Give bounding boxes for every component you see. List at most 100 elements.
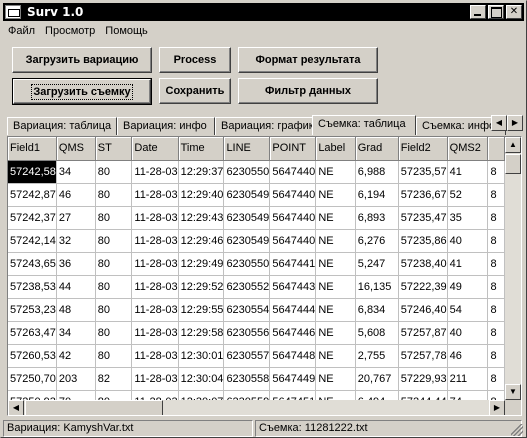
- table-cell[interactable]: 57242,37: [8, 206, 57, 230]
- save-button[interactable]: Сохранить: [159, 78, 231, 104]
- menu-help[interactable]: Помощь: [100, 25, 153, 37]
- table-cell[interactable]: 49: [447, 275, 489, 299]
- vertical-scroll-thumb[interactable]: [505, 154, 521, 174]
- table-row[interactable]: 57260,53 42 80 11-28-03 12:30:01 6230557 56474…: [8, 344, 505, 368]
- table-cell[interactable]: 6,276: [355, 229, 399, 253]
- tab-survey-table[interactable]: Съемка: таблица: [312, 115, 416, 135]
- menu-file[interactable]: Файл: [3, 25, 40, 37]
- table-cell[interactable]: 27: [56, 206, 96, 230]
- column-header[interactable]: Field2: [398, 137, 448, 161]
- table-cell[interactable]: 57235,57: [398, 160, 448, 184]
- table-cell[interactable]: 80: [95, 344, 133, 368]
- horizontal-scrollbar[interactable]: ◀ ▶: [8, 400, 505, 415]
- table-cell[interactable]: 5647441: [269, 252, 317, 276]
- table-cell[interactable]: 12:29:49: [178, 252, 225, 276]
- column-header[interactable]: LINE: [223, 137, 271, 161]
- scroll-down-icon[interactable]: ▼: [505, 384, 521, 400]
- table-row[interactable]: 57263,47 34 80 11-28-03 12:29:58 6230556 56474…: [8, 321, 505, 345]
- table-cell[interactable]: 12:29:46: [178, 229, 225, 253]
- table-cell[interactable]: NE: [315, 229, 356, 253]
- table-cell[interactable]: 6230558: [223, 367, 271, 391]
- table-cell[interactable]: 6,494: [355, 390, 399, 400]
- table-cell[interactable]: 57243,65: [8, 252, 57, 276]
- table-cell[interactable]: 80: [95, 298, 133, 322]
- table-row[interactable]: 57253,23 48 80 11-28-03 12:29:55 6230554 56474…: [8, 298, 505, 322]
- table-cell[interactable]: 74: [447, 390, 489, 400]
- table-cell[interactable]: 6,988: [355, 160, 399, 184]
- table-cell[interactable]: 57242,87: [8, 183, 57, 207]
- column-header[interactable]: Grad: [355, 137, 399, 161]
- table-cell[interactable]: 57242,58: [8, 160, 57, 184]
- table-cell[interactable]: 6,893: [355, 206, 399, 230]
- tab-scroll-right-icon[interactable]: ▶: [507, 115, 523, 131]
- table-cell[interactable]: 11-28-03: [131, 367, 179, 391]
- table-cell[interactable]: 57238,53: [8, 275, 57, 299]
- table-cell[interactable]: 8: [487, 229, 505, 253]
- table-cell[interactable]: 80: [95, 321, 133, 345]
- tab-scroll-left-icon[interactable]: ◀: [491, 115, 507, 131]
- table-cell[interactable]: 11-28-03: [131, 183, 179, 207]
- table-cell[interactable]: 12:29:55: [178, 298, 225, 322]
- table-row[interactable]: 57250,93708011-28-0312:30:07623055956474…: [8, 390, 505, 400]
- table-cell[interactable]: 6230552: [223, 275, 271, 299]
- table-cell[interactable]: 11-28-03: [131, 275, 179, 299]
- table-cell[interactable]: 5647449: [269, 367, 317, 391]
- table-cell[interactable]: 80: [95, 160, 133, 184]
- table-cell[interactable]: 6230549: [223, 183, 271, 207]
- vertical-scrollbar[interactable]: ▲ ▼: [505, 137, 521, 400]
- table-cell[interactable]: NE: [315, 252, 356, 276]
- table-cell[interactable]: NE: [315, 160, 356, 184]
- table-cell[interactable]: 5647448: [269, 344, 317, 368]
- column-header[interactable]: QMS: [56, 137, 96, 161]
- table-cell[interactable]: 203: [56, 367, 96, 391]
- tab-variation-info[interactable]: Вариация: инфо: [117, 117, 215, 135]
- table-cell[interactable]: 5,608: [355, 321, 399, 345]
- table-cell[interactable]: 57236,67: [398, 183, 448, 207]
- table-cell[interactable]: 40: [447, 321, 489, 345]
- table-cell[interactable]: NE: [315, 367, 356, 391]
- table-cell[interactable]: 11-28-03: [131, 321, 179, 345]
- format-result-button[interactable]: Формат результата: [238, 47, 378, 73]
- table-cell[interactable]: 12:29:40: [178, 183, 225, 207]
- table-cell[interactable]: 41: [447, 252, 489, 276]
- table-cell[interactable]: 6,834: [355, 298, 399, 322]
- table-cell[interactable]: 12:30:01: [178, 344, 225, 368]
- table-cell[interactable]: 80: [95, 229, 133, 253]
- table-cell[interactable]: 57257,78: [398, 344, 448, 368]
- table-cell[interactable]: 48: [56, 298, 96, 322]
- table-row[interactable]: 57242,14 32 80 11-28-03 12:29:46 6230549 56474…: [8, 229, 505, 253]
- table-cell[interactable]: 6230550: [223, 252, 271, 276]
- close-button[interactable]: ✕: [506, 5, 522, 19]
- data-filter-button[interactable]: Фильтр данных: [238, 78, 378, 104]
- table-cell[interactable]: 8: [487, 390, 505, 400]
- table-cell[interactable]: 57222,39: [398, 275, 448, 299]
- table-cell[interactable]: 34: [56, 321, 96, 345]
- table-cell[interactable]: NE: [315, 390, 356, 400]
- table-cell[interactable]: 12:30:07: [178, 390, 225, 400]
- column-header[interactable]: QMS2: [447, 137, 489, 161]
- table-row[interactable]: 57242,37 27 80 11-28-03 12:29:43 6230549 56474…: [8, 206, 505, 230]
- table-cell[interactable]: 42: [56, 344, 96, 368]
- table-cell[interactable]: 34: [56, 160, 96, 184]
- column-header[interactable]: Label: [315, 137, 356, 161]
- table-cell[interactable]: 5647440: [269, 160, 317, 184]
- table-cell[interactable]: 57229,93: [398, 367, 448, 391]
- tab-variation-table[interactable]: Вариация: таблица: [7, 117, 117, 135]
- table-cell[interactable]: 8: [487, 160, 505, 184]
- table-cell[interactable]: 12:29:43: [178, 206, 225, 230]
- table-cell[interactable]: 12:29:52: [178, 275, 225, 299]
- table-cell[interactable]: 52: [447, 183, 489, 207]
- table-cell[interactable]: NE: [315, 344, 356, 368]
- table-cell[interactable]: NE: [315, 275, 356, 299]
- table-cell[interactable]: 35: [447, 206, 489, 230]
- table-cell[interactable]: 54: [447, 298, 489, 322]
- table-cell[interactable]: 8: [487, 252, 505, 276]
- table-cell[interactable]: 5,247: [355, 252, 399, 276]
- table-row[interactable]: 57250,70 203 82 11-28-03 12:30:04 6230558 5647…: [8, 367, 505, 391]
- table-cell[interactable]: 80: [95, 275, 133, 299]
- table-cell[interactable]: 6230549: [223, 206, 271, 230]
- table-cell[interactable]: 5647440: [269, 183, 317, 207]
- table-cell[interactable]: 6230557: [223, 344, 271, 368]
- table-row[interactable]: 57243,65 36 80 11-28-03 12:29:49 6230550 56474…: [8, 252, 505, 276]
- table-cell[interactable]: NE: [315, 321, 356, 345]
